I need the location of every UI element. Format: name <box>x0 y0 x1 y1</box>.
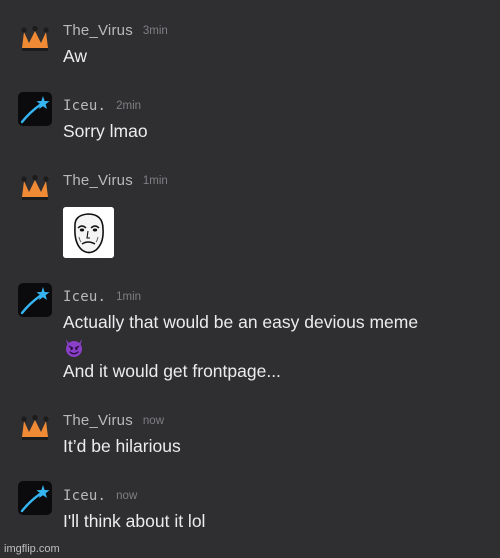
timestamp: now <box>116 490 138 502</box>
message-text: It’d be hilarious <box>63 434 181 459</box>
message-line: Sorry lmao <box>63 121 148 141</box>
message-text: Aw <box>63 44 87 69</box>
username[interactable]: The_Virus <box>63 22 133 39</box>
crown-icon[interactable] <box>18 172 52 206</box>
timestamp: 2min <box>116 100 142 112</box>
username[interactable]: Iceu. <box>63 488 106 504</box>
username[interactable]: Iceu. <box>63 98 106 114</box>
crown-icon[interactable] <box>18 412 52 446</box>
timestamp: 1min <box>116 291 142 303</box>
devil-emoji: 😈 <box>63 335 418 360</box>
message-line: It’d be hilarious <box>63 436 181 456</box>
message-line: I'll think about it lol <box>63 511 206 531</box>
message-text: I'll think about it lol <box>63 509 205 534</box>
username[interactable]: The_Virus <box>63 412 133 429</box>
timestamp: 1min <box>142 175 168 187</box>
crown-icon[interactable] <box>18 23 52 57</box>
shooting-star-icon[interactable] <box>18 481 52 515</box>
username[interactable]: Iceu. <box>63 289 106 305</box>
username[interactable]: The_Virus <box>63 172 133 189</box>
shooting-star-icon[interactable] <box>18 92 52 126</box>
message-text: Sorry lmao <box>63 119 148 144</box>
chat-transcript: The_Virus 3min Aw Iceu. 2min Sorry lmao <box>0 0 500 558</box>
message-line: Actually that would be an easy devious m… <box>63 312 419 332</box>
imgflip-watermark: imgflip.com <box>4 543 60 555</box>
timestamp: now <box>142 415 165 427</box>
meme-face-sticker[interactable] <box>63 207 114 258</box>
timestamp: 3min <box>142 25 168 37</box>
message-text: Actually that would be an easy devious m… <box>63 310 418 384</box>
shooting-star-icon[interactable] <box>18 283 52 317</box>
message-line: And it would get frontpage... <box>63 361 281 381</box>
message-line: Aw <box>63 46 87 66</box>
